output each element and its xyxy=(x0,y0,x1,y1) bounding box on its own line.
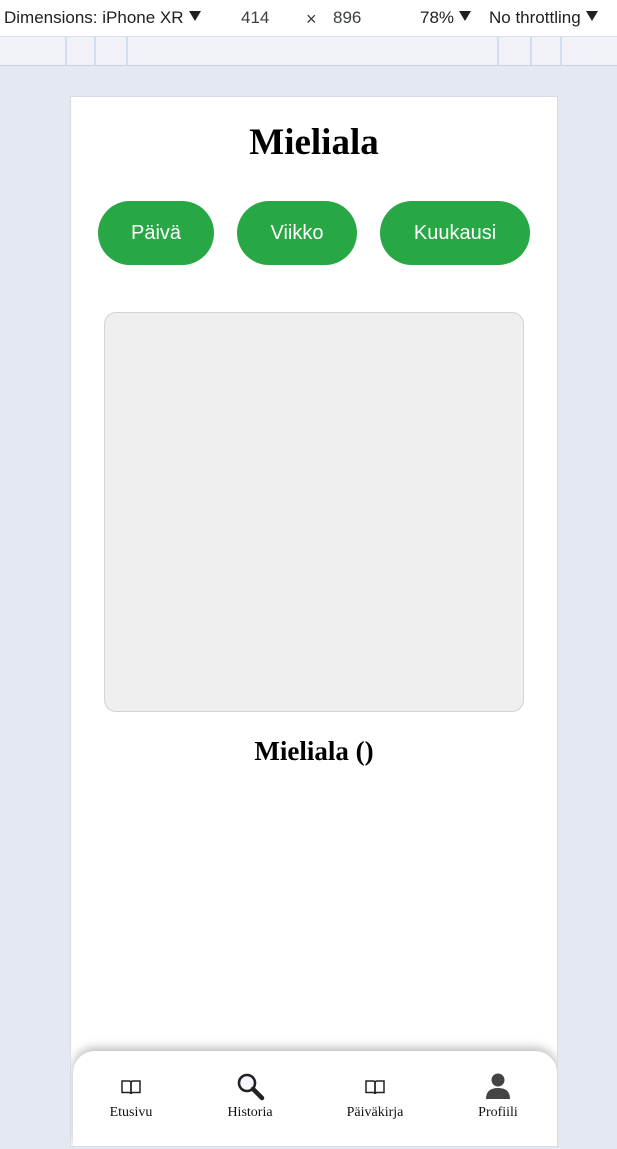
nav-label-paivakirja: Päiväkirja xyxy=(346,1105,404,1120)
breakpoint-marker[interactable] xyxy=(94,37,96,65)
devtools-toolbar: Dimensions: iPhone XR 414 × 896 78% No t… xyxy=(0,0,617,36)
breakpoint-marker[interactable] xyxy=(560,37,562,65)
book-icon xyxy=(81,1071,181,1103)
day-button[interactable]: Päivä xyxy=(98,201,214,265)
chevron-down-icon xyxy=(188,11,201,21)
device-viewport: Mieliala Päivä Viikko Kuukausi Mieliala … xyxy=(71,97,557,1146)
dimensions-separator: × xyxy=(306,9,317,29)
search-icon xyxy=(200,1071,300,1103)
breakpoint-marker[interactable] xyxy=(530,37,532,65)
bottom-navigation: Etusivu Historia Päiväkirja Profiili xyxy=(73,1051,557,1146)
device-selector[interactable]: Dimensions: iPhone XR xyxy=(4,8,201,28)
nav-label-etusivu: Etusivu xyxy=(109,1105,153,1120)
month-button[interactable]: Kuukausi xyxy=(380,201,530,265)
chevron-down-icon xyxy=(459,11,472,21)
person-icon xyxy=(448,1071,548,1103)
chevron-down-icon xyxy=(585,11,598,21)
nav-item-paivakirja[interactable]: Päiväkirja xyxy=(325,1071,425,1131)
breakpoint-marker[interactable] xyxy=(126,37,128,65)
chart-caption: Mieliala () xyxy=(254,736,374,766)
throttling-selector[interactable]: No throttling xyxy=(489,8,598,28)
nav-label-historia: Historia xyxy=(227,1105,273,1120)
zoom-label: 78% xyxy=(420,8,455,27)
nav-label-profiili: Profiili xyxy=(478,1105,518,1120)
week-button[interactable]: Viikko xyxy=(237,201,357,265)
breakpoint-marker[interactable] xyxy=(65,37,67,65)
nav-item-profiili[interactable]: Profiili xyxy=(448,1071,548,1131)
media-query-bar[interactable] xyxy=(0,36,617,66)
width-input[interactable]: 414 xyxy=(241,8,269,28)
zoom-selector[interactable]: 78% xyxy=(420,8,472,28)
breakpoint-marker[interactable] xyxy=(497,37,499,65)
book-icon xyxy=(325,1071,425,1103)
mood-chart-area xyxy=(104,312,524,712)
nav-item-etusivu[interactable]: Etusivu xyxy=(81,1071,181,1131)
height-input[interactable]: 896 xyxy=(333,8,361,28)
page-title: Mieliala xyxy=(249,122,379,163)
throttling-label: No throttling xyxy=(489,8,581,27)
device-selector-label: Dimensions: iPhone XR xyxy=(4,8,184,27)
nav-item-historia[interactable]: Historia xyxy=(200,1071,300,1131)
